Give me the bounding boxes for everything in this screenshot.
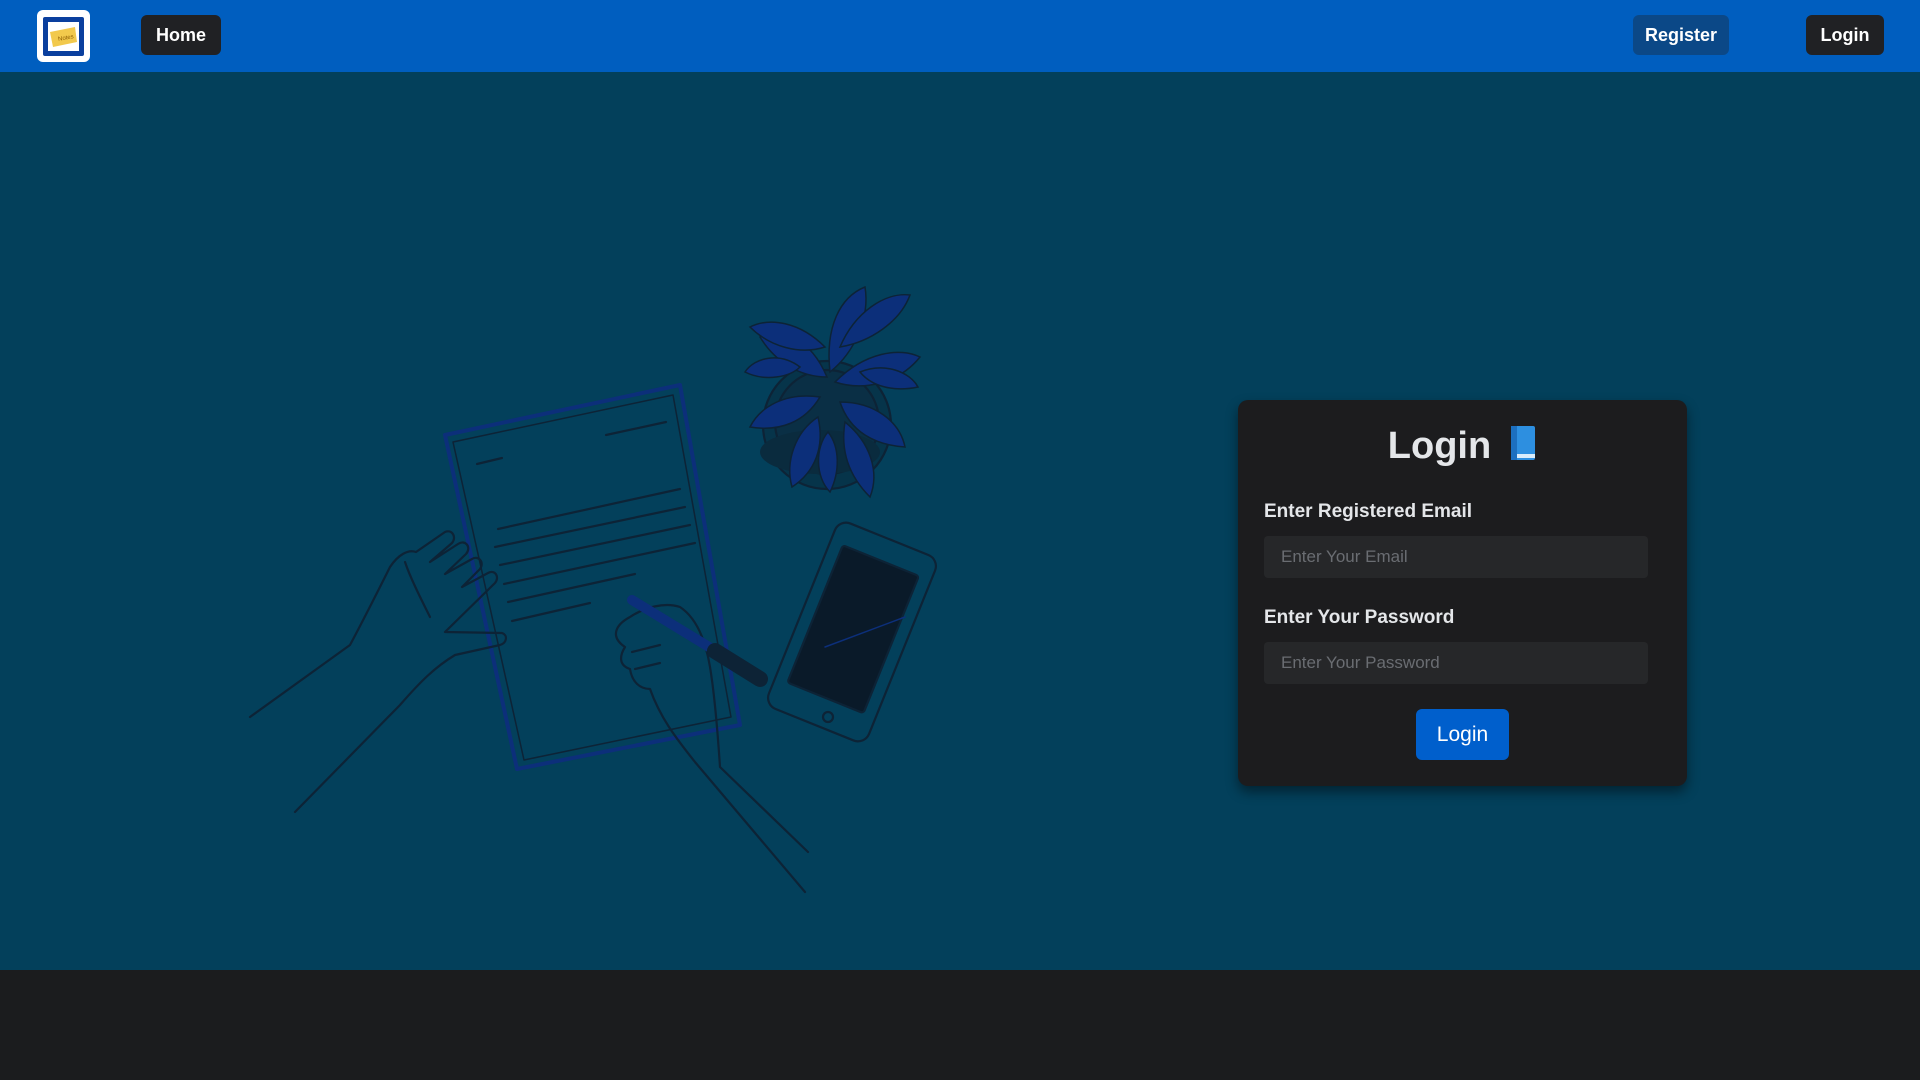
email-input[interactable] bbox=[1264, 536, 1648, 578]
sticky-note-logo-icon: Notes bbox=[43, 17, 84, 56]
email-label: Enter Registered Email bbox=[1264, 501, 1473, 522]
login-card: Login Enter Registered Email Enter Your … bbox=[1238, 400, 1687, 786]
password-input[interactable] bbox=[1264, 642, 1648, 684]
navbar: Notes Home Register Login bbox=[0, 0, 1920, 72]
password-label: Enter Your Password bbox=[1264, 607, 1455, 628]
blue-book-icon bbox=[1509, 424, 1537, 462]
footer bbox=[0, 970, 1920, 1080]
logo[interactable]: Notes bbox=[37, 10, 90, 62]
main-content: Login Enter Registered Email Enter Your … bbox=[0, 72, 1920, 970]
register-button[interactable]: Register bbox=[1633, 15, 1729, 55]
login-submit-button[interactable]: Login bbox=[1416, 709, 1509, 760]
paper-sheet bbox=[443, 383, 742, 771]
login-card-title: Login bbox=[1238, 424, 1687, 468]
home-button[interactable]: Home bbox=[141, 15, 221, 55]
login-title-text: Login bbox=[1387, 425, 1492, 467]
writing-desk-illustration bbox=[248, 285, 938, 894]
login-nav-button[interactable]: Login bbox=[1806, 15, 1884, 55]
